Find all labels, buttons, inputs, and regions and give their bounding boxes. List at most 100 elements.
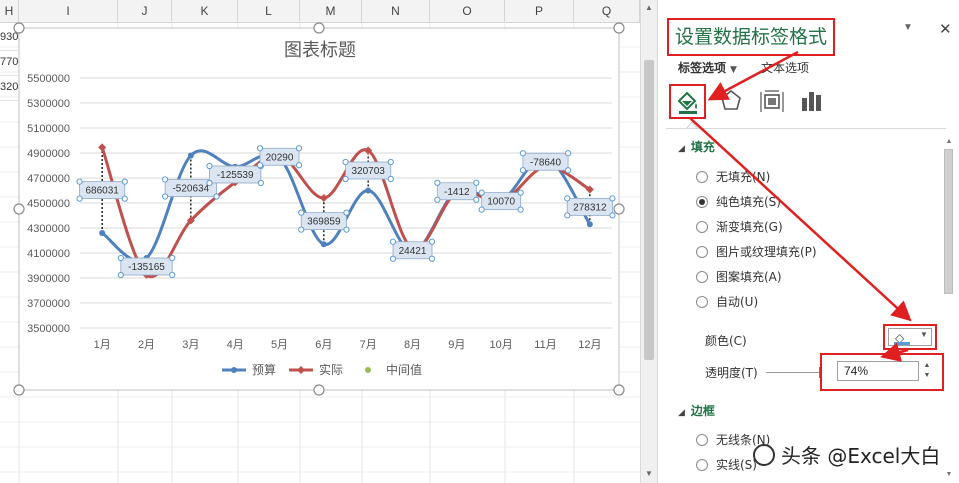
data-label[interactable]: -1412 [434, 179, 480, 203]
fill-option[interactable]: 图案填充(A) [696, 268, 782, 286]
fill-option[interactable]: 渐变填充(G) [696, 218, 783, 236]
pane-close-icon[interactable]: ✕ [939, 20, 952, 38]
pane-scroll-down[interactable]: ▼ [943, 471, 955, 478]
chart[interactable]: 图表标题 3500000 3700000 3900000 4100000 4300000… [0, 0, 640, 483]
data-label[interactable]: 686031 [76, 178, 128, 202]
chart-resize-handle[interactable] [13, 22, 25, 34]
chart-area[interactable] [18, 27, 620, 391]
fill-option-label: 纯色填充(S) [716, 195, 781, 209]
radio-button[interactable] [696, 433, 708, 446]
scroll-down-arrow[interactable]: ▼ [641, 466, 657, 482]
label-options-icon[interactable] [796, 86, 826, 116]
fill-option[interactable]: 纯色填充(S) [696, 193, 781, 211]
color-picker-button[interactable]: ◇ ▼ [883, 324, 937, 350]
fill-section-header[interactable]: ◢ 填充 [678, 138, 715, 155]
label-handle [117, 254, 124, 262]
x-tick-label: 2月 [138, 339, 155, 351]
label-handle [213, 193, 220, 200]
sheet-vertical-scrollbar[interactable]: ▲ ▼ [640, 0, 657, 483]
label-handle [162, 176, 169, 183]
scroll-thumb[interactable] [644, 60, 654, 360]
tab-text-options[interactable]: 文本选项 [761, 59, 809, 76]
label-handle [609, 195, 616, 202]
transparency-slider[interactable] [766, 367, 822, 378]
label-handle [473, 196, 480, 203]
chart-resize-handle[interactable] [313, 384, 325, 396]
chart-resize-handle[interactable] [313, 22, 325, 34]
y-tick-label: 4900000 [27, 148, 70, 160]
data-label-text: -1412 [444, 187, 470, 198]
label-handle [387, 158, 394, 166]
fill-option[interactable]: 无填充(N) [696, 168, 770, 186]
tab-label-options[interactable]: 标签选项 ▼ [678, 59, 737, 76]
radio-button[interactable] [696, 270, 708, 283]
legend-label: 中间值 [386, 362, 422, 377]
chart-resize-handle[interactable] [13, 384, 25, 396]
transparency-label: 透明度(T) [705, 366, 758, 380]
border-option[interactable]: 实线(S) [696, 456, 757, 474]
chart-resize-handle[interactable] [13, 203, 25, 215]
border-section-header[interactable]: ◢ 边框 [678, 402, 715, 419]
label-handle [389, 238, 397, 245]
label-handle [342, 175, 349, 183]
data-label[interactable]: 20290 [256, 145, 303, 169]
fill-option-label: 图片或纹理填充(P) [716, 245, 817, 259]
radio-button[interactable] [696, 195, 708, 208]
data-label[interactable]: 10070 [478, 189, 524, 213]
fill-option[interactable]: 图片或纹理填充(P) [696, 243, 817, 261]
label-handle [343, 226, 350, 233]
budget-point[interactable] [320, 241, 327, 248]
budget-point[interactable] [365, 187, 372, 194]
pane-scrollbar[interactable]: ▲ ▼ [943, 135, 955, 483]
effects-icon[interactable] [716, 86, 746, 116]
chart-title[interactable]: 图表标题 [284, 40, 356, 61]
pane-scroll-thumb[interactable] [944, 149, 953, 294]
label-handle [434, 196, 441, 203]
budget-point[interactable] [99, 230, 106, 236]
label-handle [517, 189, 524, 196]
watermark-logo-icon [753, 444, 775, 466]
transparency-spinner[interactable]: ▲ ▼ [921, 361, 933, 381]
scroll-up-arrow[interactable]: ▲ [641, 0, 657, 16]
data-label-text: 10070 [487, 197, 515, 208]
color-picker-inner[interactable]: ◇ ▼ [888, 328, 932, 346]
budget-point[interactable] [586, 221, 593, 228]
transparency-highlight: 74% ▲ ▼ [820, 353, 944, 391]
label-handle [609, 212, 616, 219]
radio-button[interactable] [696, 170, 708, 183]
data-label[interactable]: -135165 [117, 254, 176, 279]
collapse-triangle-icon: ◢ [678, 408, 685, 418]
color-label: 颜色(C) [705, 334, 747, 348]
data-label[interactable]: -125539 [206, 162, 264, 187]
chevron-down-icon: ▼ [920, 330, 928, 339]
radio-button[interactable] [696, 245, 708, 258]
collapse-triangle-icon: ◢ [678, 144, 685, 154]
fill-line-icon[interactable] [673, 86, 703, 116]
y-tick-label: 4500000 [27, 198, 70, 210]
border-section-title: 边框 [690, 404, 715, 418]
label-handle [343, 209, 350, 216]
budget-point[interactable] [187, 152, 194, 159]
legend-label: 实际 [319, 362, 343, 377]
data-label[interactable]: 320703 [342, 158, 394, 183]
label-handle [519, 150, 527, 157]
legend-marker [365, 367, 371, 373]
radio-button[interactable] [696, 458, 708, 471]
data-label[interactable]: 278312 [564, 195, 616, 219]
chart-resize-handle[interactable] [613, 203, 625, 215]
data-label[interactable]: 369859 [298, 209, 350, 233]
radio-button[interactable] [696, 295, 708, 308]
data-label[interactable]: -78640 [519, 150, 572, 174]
pane-options-dropdown-icon[interactable]: ▼ [903, 22, 913, 33]
pentagon-icon [721, 89, 741, 110]
fill-option[interactable]: 自动(U) [696, 293, 758, 311]
chart-resize-handle[interactable] [613, 384, 625, 396]
transparency-input[interactable]: 74% [837, 361, 919, 381]
radio-button[interactable] [696, 220, 708, 233]
x-tick-label: 1月 [94, 339, 111, 351]
label-handle [389, 255, 397, 262]
chart-resize-handle[interactable] [613, 22, 625, 34]
data-label[interactable]: 24421 [389, 238, 436, 262]
size-properties-icon[interactable] [757, 86, 787, 116]
pane-scroll-up[interactable]: ▲ [943, 138, 955, 145]
